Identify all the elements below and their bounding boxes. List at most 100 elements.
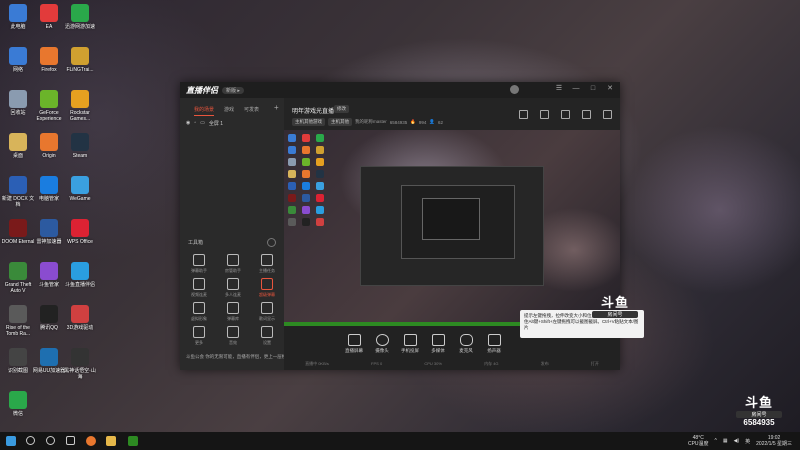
category-chip[interactable]: 主机其他游戏: [292, 118, 325, 126]
camera-button[interactable]: 摄像头: [368, 334, 396, 354]
tool-label: 虚拟形象: [191, 316, 207, 321]
explorer-taskbar-icon[interactable]: [106, 436, 116, 446]
monitor-icon: ▭: [200, 120, 205, 126]
status-publish[interactable]: 发布: [541, 361, 549, 367]
shop-icon[interactable]: [540, 110, 549, 119]
preview-icon: [316, 146, 324, 154]
toolbox-item[interactable]: 弹幕助手: [186, 254, 212, 274]
avatar[interactable]: [510, 85, 519, 94]
language-indicator[interactable]: 英: [745, 438, 750, 445]
app-icon: [9, 133, 27, 151]
desktop-icon[interactable]: 斗鱼直播伴侣: [62, 262, 98, 288]
media-button[interactable]: 多媒体: [424, 334, 452, 354]
maximize-icon[interactable]: □: [589, 85, 597, 93]
desktop-icon[interactable]: 3D游戏驱动: [62, 305, 98, 331]
app-icon: [9, 391, 27, 409]
toolbox-item[interactable]: 虚拟形象: [186, 302, 212, 322]
tab-publishable[interactable]: 可发表: [244, 106, 259, 116]
desktop-icon[interactable]: WeGame: [62, 176, 98, 202]
gift-icon[interactable]: [519, 110, 528, 119]
toolbox-item[interactable]: 多人连麦: [220, 278, 246, 298]
douyu-taskbar-icon[interactable]: [128, 436, 138, 446]
preview-icon: [288, 218, 296, 226]
tab-my-scenes[interactable]: 我的场景: [194, 106, 215, 116]
tab-games[interactable]: 游戏: [224, 106, 234, 116]
preview-icon: [288, 194, 296, 202]
desktop-icon[interactable]: 微信: [0, 391, 36, 417]
desktop-icon[interactable]: WPS Office: [62, 219, 98, 245]
scene-label: 全屏 1: [208, 121, 224, 127]
version-badge[interactable]: 新版 ▸: [222, 86, 244, 94]
desktop-icon[interactable]: Steam: [62, 133, 98, 159]
viewer-icon: 👤: [429, 119, 436, 124]
app-icon: [9, 305, 27, 323]
taskbar: 48°C CPU温度 ^ ▦ ◀) 英 19:02 2022/1/5 星期三: [0, 432, 800, 450]
task-view-icon[interactable]: [46, 436, 55, 445]
toolbox-item[interactable]: 更多: [186, 326, 212, 346]
status-open[interactable]: 打开: [591, 361, 599, 367]
desktop-icon[interactable]: 迅游网游加速: [62, 4, 98, 30]
toolbox-item[interactable]: 房管助手: [220, 254, 246, 274]
desktop-icon[interactable]: Rockstar Games...: [62, 90, 98, 122]
toolbox-item[interactable]: 歌词显示: [254, 302, 280, 322]
toolbox-item[interactable]: 弹幕库: [220, 302, 246, 322]
desktop-icon-label: FLiNGTrai...: [66, 67, 94, 73]
desktop-icon[interactable]: 黑神话悟空·山海: [62, 348, 98, 380]
firefox-taskbar-icon[interactable]: [86, 436, 96, 446]
preview-icon: [316, 206, 324, 214]
app-logo: 直播伴侣: [186, 85, 218, 95]
scene-tabs: 我的场景 游戏 可发表: [180, 98, 284, 116]
network-icon[interactable]: ▦: [723, 438, 728, 444]
clock-date: 2022/1/5 星期三: [756, 441, 792, 447]
toolbox-item[interactable]: 主播任务: [254, 254, 280, 274]
clock[interactable]: 19:02 2022/1/5 星期三: [756, 435, 792, 447]
stream-preview[interactable]: [284, 130, 620, 326]
preview-icon: [302, 134, 310, 142]
desktop-icon-label: Rockstar Games...: [69, 110, 91, 122]
toolbox-item[interactable]: 设置: [254, 326, 280, 346]
bell-icon[interactable]: [582, 110, 591, 119]
microphone-button[interactable]: 麦克风: [452, 334, 480, 354]
subcategory-chip[interactable]: 主机其他: [328, 118, 352, 126]
status-line: 直播中 0KB/s FPS 0 CPU 30% 内存 4G 发布 打开: [284, 361, 620, 367]
volume-icon[interactable]: ◀): [734, 438, 740, 444]
visibility-icon[interactable]: ◉: [186, 120, 190, 127]
phone-cast-button[interactable]: 手机投屏: [396, 334, 424, 354]
scene-item[interactable]: ◉ ▫ ▭ 全屏 1: [186, 120, 223, 127]
status-bitrate: 直播中 0KB/s: [305, 361, 329, 366]
tool-icon: [261, 278, 273, 290]
add-scene-icon[interactable]: +: [274, 103, 279, 112]
share-icon[interactable]: [603, 110, 612, 119]
preview-icon: [288, 146, 296, 154]
minimize-icon[interactable]: —: [572, 85, 580, 93]
microphone-icon: [459, 334, 473, 346]
desktop-icon[interactable]: FLiNGTrai...: [62, 47, 98, 73]
screen-capture-label: 直播屏幕: [345, 348, 363, 353]
nested-preview-1: [360, 166, 544, 286]
widgets-icon[interactable]: [66, 436, 75, 445]
toolbox-item[interactable]: 超级弹幕: [254, 278, 280, 298]
toolbox-more-icon[interactable]: [267, 238, 276, 247]
desktop-icon-label: WeGame: [69, 196, 91, 202]
chevron-up-icon[interactable]: ^: [715, 438, 717, 444]
app-icon: [71, 90, 89, 108]
menu-icon[interactable]: ☰: [555, 85, 563, 93]
screen-capture-button[interactable]: 直播屏幕: [340, 334, 368, 354]
douyu-watermark-corner: 斗鱼 房间号 6584935: [736, 392, 782, 427]
preview-icon: [288, 158, 296, 166]
preview-icon: [302, 146, 310, 154]
mail-icon[interactable]: [561, 110, 570, 119]
search-icon[interactable]: [26, 436, 35, 445]
close-icon[interactable]: ✕: [606, 85, 614, 93]
tool-label: 弹幕库: [227, 316, 239, 321]
lock-icon[interactable]: ▫: [194, 120, 196, 127]
edit-title-button[interactable]: 修改: [334, 105, 349, 113]
toolbox-item[interactable]: 视频连麦: [186, 278, 212, 298]
app-icon: [9, 348, 27, 366]
app-icon: [71, 4, 89, 22]
toolbox-item[interactable]: 音效: [220, 326, 246, 346]
speaker-button[interactable]: 扬声器: [480, 334, 508, 354]
douyu-watermark-mid: 斗鱼 房间号: [592, 292, 638, 318]
start-icon[interactable]: [6, 436, 16, 446]
header-tools: [519, 110, 612, 119]
